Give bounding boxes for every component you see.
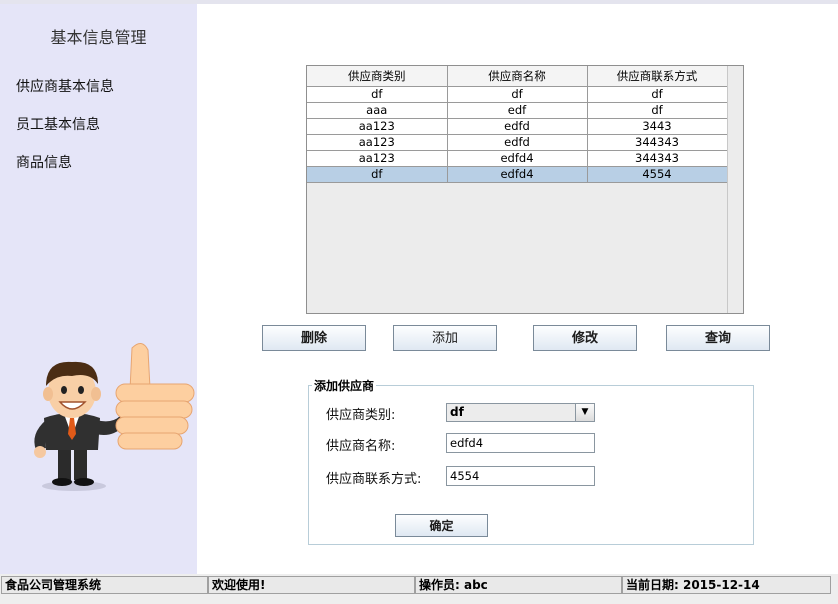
table-row[interactable]: df df df xyxy=(307,86,728,103)
supplier-contact-label: 供应商联系方式: xyxy=(326,472,422,487)
cell-contact[interactable]: 4554 xyxy=(587,166,728,183)
supplier-table-scrollpane[interactable]: 供应商类别 供应商名称 供应商联系方式 df df df aaa edf df … xyxy=(306,65,744,314)
cell-category[interactable]: aa123 xyxy=(307,150,448,167)
column-header-name[interactable]: 供应商名称 xyxy=(447,66,588,87)
cell-name[interactable]: edf xyxy=(447,102,588,119)
table-row[interactable]: aa123 edfd4 344343 xyxy=(307,150,728,167)
cell-name[interactable]: edfd4 xyxy=(447,150,588,167)
table-header-row: 供应商类别 供应商名称 供应商联系方式 xyxy=(307,66,728,87)
status-operator: 操作员: abc xyxy=(415,576,622,594)
mascot-thumbs-up-icon xyxy=(34,343,195,491)
cell-category[interactable]: aaa xyxy=(307,102,448,119)
cell-category[interactable]: aa123 xyxy=(307,118,448,135)
cell-contact[interactable]: 3443 xyxy=(587,118,728,135)
modify-button[interactable]: 修改 xyxy=(533,325,637,351)
category-combobox-value: df xyxy=(450,405,464,419)
supplier-name-field[interactable] xyxy=(446,433,595,453)
cell-name[interactable]: edfd xyxy=(447,118,588,135)
cell-category[interactable]: aa123 xyxy=(307,134,448,151)
add-button[interactable]: 添加 xyxy=(393,325,497,351)
category-combobox[interactable]: df ▼ xyxy=(446,403,595,422)
cell-contact[interactable]: df xyxy=(587,102,728,119)
status-welcome: 欢迎使用! xyxy=(208,576,415,594)
sidebar-item-employee-info[interactable]: 员工基本信息 xyxy=(16,114,100,134)
query-button[interactable]: 查询 xyxy=(666,325,770,351)
sidebar: 基本信息管理 供应商基本信息 员工基本信息 商品信息 xyxy=(0,4,197,574)
table-row[interactable]: aaa edf df xyxy=(307,102,728,119)
sidebar-item-product-info[interactable]: 商品信息 xyxy=(16,152,72,172)
cell-name[interactable]: df xyxy=(447,86,588,103)
table-row[interactable]: aa123 edfd 3443 xyxy=(307,118,728,135)
supplier-contact-field[interactable] xyxy=(446,466,595,486)
cell-category[interactable]: df xyxy=(307,166,448,183)
sidebar-title: 基本信息管理 xyxy=(50,28,147,47)
column-header-contact[interactable]: 供应商联系方式 xyxy=(587,66,728,87)
confirm-button[interactable]: 确定 xyxy=(395,514,488,537)
status-date: 当前日期: 2015-12-14 xyxy=(622,576,831,594)
cell-contact[interactable]: 344343 xyxy=(587,134,728,151)
cell-name[interactable]: edfd xyxy=(447,134,588,151)
delete-button[interactable]: 删除 xyxy=(262,325,366,351)
column-header-category[interactable]: 供应商类别 xyxy=(307,66,448,87)
chevron-down-icon[interactable]: ▼ xyxy=(575,404,594,421)
table-row[interactable]: aa123 edfd 344343 xyxy=(307,134,728,151)
cell-name[interactable]: edfd4 xyxy=(447,166,588,183)
supplier-name-label: 供应商名称: xyxy=(326,439,396,454)
cell-category[interactable]: df xyxy=(307,86,448,103)
status-system-name: 食品公司管理系统 xyxy=(1,576,208,594)
category-label: 供应商类别: xyxy=(326,408,396,423)
add-supplier-legend: 添加供应商 xyxy=(312,377,377,394)
cell-contact[interactable]: df xyxy=(587,86,728,103)
supplier-table[interactable]: 供应商类别 供应商名称 供应商联系方式 df df df aaa edf df … xyxy=(307,66,728,183)
sidebar-item-supplier-info[interactable]: 供应商基本信息 xyxy=(16,76,114,96)
table-vertical-scrollbar[interactable] xyxy=(727,66,743,313)
cell-contact[interactable]: 344343 xyxy=(587,150,728,167)
table-row-selected[interactable]: df edfd4 4554 xyxy=(307,166,728,183)
